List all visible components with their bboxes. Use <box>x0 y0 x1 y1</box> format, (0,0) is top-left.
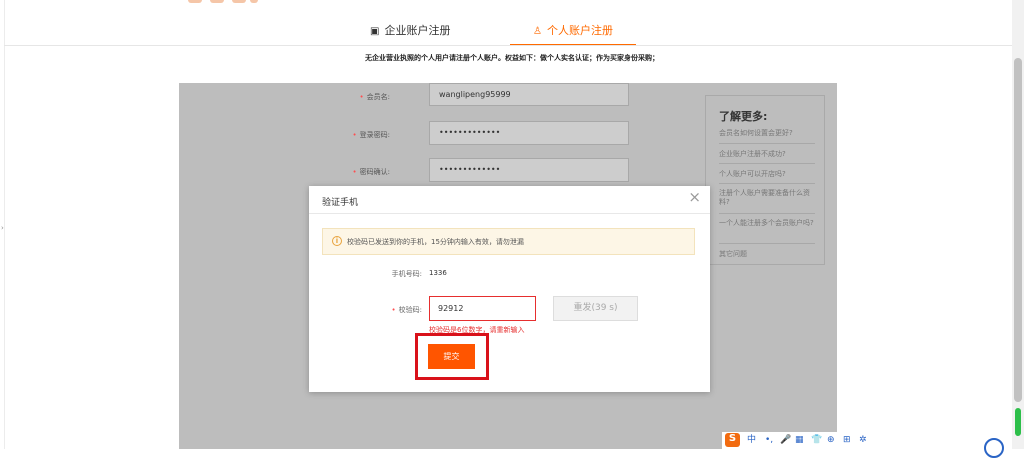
learn-more-panel: 了解更多: 会员名如何设置会更好? 企业账户注册不成功? 个人账户可以开店吗? … <box>705 95 825 265</box>
verification-code-input[interactable]: 92912 <box>429 296 536 321</box>
page: › ▣ 企业账户注册 ♙ 个人账户注册 无企业营业执照的个人用户请注册个人账户。权益… <box>0 0 1024 458</box>
tab-business[interactable]: ▣ 企业账户注册 <box>370 22 450 46</box>
sogou-logo-icon[interactable]: S <box>725 433 740 447</box>
phone-label: 手机号码: <box>391 270 422 278</box>
edge-arrow-icon: › <box>1 224 4 232</box>
tabs-divider <box>4 45 1012 46</box>
member-name-input[interactable]: wanglipeng95999 <box>429 83 629 106</box>
verify-phone-modal: 验证手机 × i 校验码已发送到你的手机，15分钟内输入有效，请勿泄漏 <box>309 186 710 392</box>
building-icon: ▣ <box>370 26 380 37</box>
learn-more-link[interactable]: 个人账户可以开店吗? <box>719 170 815 179</box>
toolbox-icon[interactable]: ⊞ <box>843 434 851 446</box>
phone-value: 1336 <box>429 269 447 277</box>
modal-title: 验证手机 <box>322 198 359 208</box>
microphone-icon[interactable]: 🎤 <box>780 434 791 446</box>
learn-more-link[interactable]: 企业账户注册不成功? <box>719 150 815 159</box>
learn-more-link[interactable]: 一个人能注册多个会员账户吗? <box>719 219 815 228</box>
ime-lang-toggle[interactable]: 中 <box>747 434 756 446</box>
close-icon[interactable]: × <box>688 190 701 205</box>
code-sent-alert: i 校验码已发送到你的手机，15分钟内输入有效，请勿泄漏 <box>322 228 695 255</box>
learn-more-link[interactable]: 注册个人账户需要准备什么资料? <box>719 189 815 207</box>
password-label: • 登录密码: <box>352 131 391 139</box>
info-icon: i <box>332 236 342 246</box>
divider <box>719 143 815 144</box>
modal-divider <box>309 213 710 214</box>
alert-text: 校验码已发送到你的手机，15分钟内输入有效，请勿泄漏 <box>347 238 524 246</box>
game-icon[interactable]: ⊕ <box>827 434 835 446</box>
registration-notice: 无企业营业执照的个人用户请注册个人账户。权益如下：做个人实名认证；作为买家身份采… <box>365 54 659 62</box>
member-name-label: • 会员名: <box>359 93 391 101</box>
submit-button[interactable]: 提交 <box>428 344 475 369</box>
divider <box>719 213 815 214</box>
skin-icon[interactable]: 👕 <box>811 434 822 446</box>
user-icon: ♙ <box>533 26 542 37</box>
registration-tabs: ▣ 企业账户注册 ♙ 个人账户注册 <box>340 22 700 46</box>
keyboard-icon[interactable]: ▦ <box>795 434 804 446</box>
learn-more-link[interactable]: 会员名如何设置会更好? <box>719 129 815 138</box>
scrollbar-thumb[interactable] <box>1014 58 1022 402</box>
assistant-icon[interactable] <box>984 438 1004 458</box>
divider <box>719 243 815 244</box>
divider <box>719 183 815 184</box>
site-logo-fragment <box>188 0 268 6</box>
settings-icon[interactable]: ✲ <box>859 434 867 446</box>
side-widget[interactable] <box>1015 408 1021 436</box>
tab-personal-label: 个人账户注册 <box>546 24 613 37</box>
password-confirm-input[interactable]: ••••••••••••• <box>429 158 629 182</box>
tab-business-label: 企业账户注册 <box>384 24 451 37</box>
punctuation-icon[interactable]: •, <box>765 434 773 446</box>
resend-button[interactable]: 重发(39 s) <box>553 296 638 321</box>
password-confirm-label: • 密码确认: <box>352 168 391 176</box>
learn-more-title: 了解更多: <box>719 110 768 123</box>
code-label: • 校验码: <box>391 306 423 314</box>
password-input[interactable]: ••••••••••••• <box>429 121 629 145</box>
scrollbar[interactable] <box>1012 0 1024 449</box>
divider <box>719 163 815 164</box>
tab-personal[interactable]: ♙ 个人账户注册 <box>510 22 636 46</box>
learn-more-link[interactable]: 其它问题 <box>719 250 815 259</box>
ime-toolbar: S 中 •, 🎤 ▦ 👕 ⊕ ⊞ ✲ <box>722 432 874 449</box>
